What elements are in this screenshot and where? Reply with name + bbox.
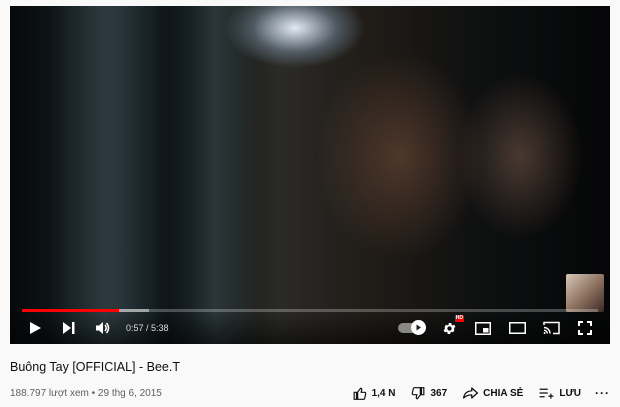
video-info: 188.797 lượt xem • 29 thg 6, 2015 [10, 388, 162, 399]
fullscreen-button[interactable] [568, 314, 602, 342]
cast-icon [542, 321, 560, 335]
theater-button[interactable] [500, 314, 534, 342]
play-icon [30, 322, 41, 334]
view-count: 188.797 lượt xem [10, 387, 89, 399]
miniplayer-button[interactable] [466, 314, 500, 342]
time-separator: / [143, 323, 152, 333]
video-title: Buông Tay [OFFICIAL] - Bee.T [10, 360, 180, 374]
player-controls: 0:57 / 5:38 HD [10, 312, 610, 344]
upload-date: 29 thg 6, 2015 [97, 387, 162, 399]
settings-button[interactable]: HD [432, 314, 466, 342]
share-button[interactable]: CHIA SẺ [463, 387, 523, 399]
volume-icon [96, 322, 110, 334]
curtain-shape [50, 6, 160, 344]
next-button[interactable] [52, 314, 86, 342]
curtain-shape [170, 6, 260, 344]
video-player[interactable]: 0:57 / 5:38 HD [10, 6, 610, 344]
hd-badge: HD [454, 315, 464, 322]
settings-icon [443, 322, 455, 334]
save-button[interactable]: LƯU [539, 387, 581, 399]
video-meta-row: 188.797 lượt xem • 29 thg 6, 2015 1,4 N … [10, 384, 610, 402]
like-button[interactable]: 1,4 N [353, 387, 396, 400]
theater-icon [508, 322, 526, 334]
info-separator: • [88, 387, 98, 399]
share-icon [463, 387, 479, 399]
time-current: 0:57 [126, 323, 144, 333]
more-icon[interactable]: ··· [595, 386, 610, 400]
like-count: 1,4 N [371, 387, 396, 399]
cast-button[interactable] [534, 314, 568, 342]
playlist-add-icon [539, 388, 554, 399]
endscreen-thumbnail[interactable] [566, 274, 604, 312]
save-label: LƯU [559, 387, 581, 399]
next-icon [63, 322, 75, 334]
volume-button[interactable] [86, 314, 120, 342]
fullscreen-icon [578, 321, 592, 335]
video-actions: 1,4 N 367 CHIA SẺ LƯU ··· [337, 386, 610, 400]
autoplay-toggle[interactable] [398, 320, 426, 335]
time-total: 5:38 [151, 323, 169, 333]
autoplay-play-icon [416, 324, 421, 331]
thumbs-down-icon [412, 386, 425, 399]
play-button[interactable] [18, 314, 52, 342]
dislike-count: 367 [430, 387, 448, 399]
time-display: 0:57 / 5:38 [126, 323, 169, 333]
share-label: CHIA SẺ [483, 387, 524, 399]
miniplayer-icon [475, 321, 491, 335]
thumbs-up-icon [353, 387, 366, 400]
autoplay-knob [411, 320, 426, 335]
dislike-button[interactable]: 367 [411, 386, 448, 400]
